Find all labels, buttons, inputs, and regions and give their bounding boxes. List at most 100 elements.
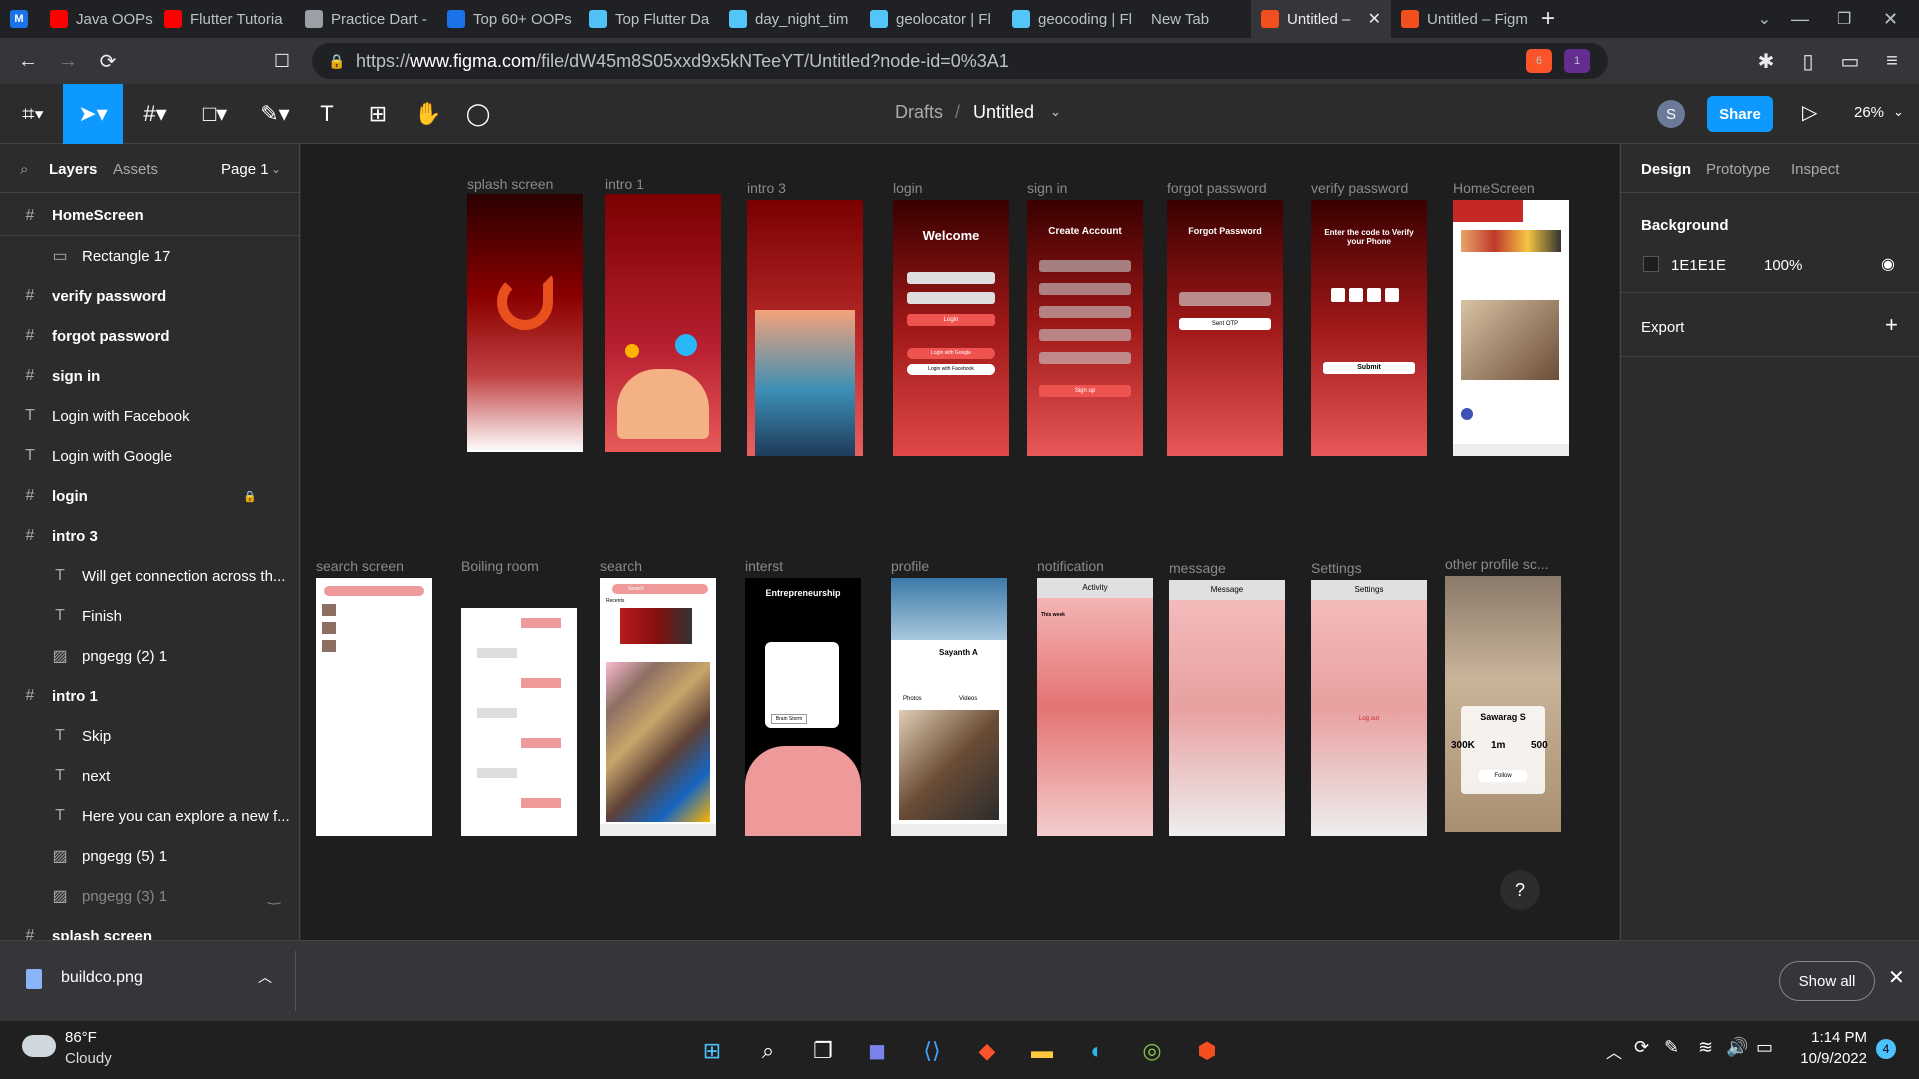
clock-date[interactable]: 10/9/2022 [1786,1050,1867,1067]
tab-assets[interactable]: Assets [113,161,158,178]
share-button[interactable]: Share [1707,96,1773,132]
frame-label[interactable]: profile [891,558,929,574]
layer-item[interactable]: T Skip [0,716,300,756]
layer-item[interactable]: # verify password [0,276,300,316]
zoom-chevron-icon[interactable]: ⌄ [1893,104,1904,120]
move-tool-icon[interactable]: ➤▾ [63,84,123,144]
file-menu-chevron-icon[interactable]: ⌄ [1050,104,1061,120]
frame-verify-password[interactable]: Enter the code to Verify your Phone Subm… [1311,200,1427,456]
frame-label[interactable]: message [1169,560,1226,576]
shape-tool-icon[interactable]: □▾ [190,84,240,144]
close-tab-icon[interactable]: ✕ [1368,9,1381,29]
brave-shield-icon[interactable]: 6 [1526,49,1552,73]
chevron-up-icon[interactable]: ︿ [1606,1039,1622,1063]
frame-label[interactable]: notification [1037,558,1104,574]
frame-interst[interactable]: Entrepreneurship Brain Storm [745,578,861,836]
comment-tool-icon[interactable]: ◯ [456,84,500,144]
browser-tab[interactable]: Flutter Tutoria [154,0,295,38]
brave-icon[interactable]: ◆ [967,1031,1007,1071]
wallet-icon[interactable]: ▭ [1830,41,1870,81]
frame-label[interactable]: Settings [1311,560,1362,576]
notification-badge[interactable]: 4 [1876,1039,1896,1059]
bookmark-icon[interactable]: ☐ [262,41,302,81]
file-name[interactable]: Untitled [973,102,1034,123]
frame-splash-screen[interactable] [467,194,583,452]
zoom-level[interactable]: 26% [1854,104,1884,121]
weather-text[interactable]: Cloudy [65,1050,112,1067]
layer-item[interactable]: ▨ pngegg (2) 1 [0,636,300,676]
frame-label[interactable]: sign in [1027,180,1067,196]
frame-notification[interactable]: Activity This week [1037,578,1153,836]
eye-icon[interactable]: ◉ [1881,254,1895,274]
layer-item[interactable]: T Finish [0,596,300,636]
layer-item[interactable]: ▨ pngegg (3) 1 ‿ [0,876,300,916]
file-explorer-icon[interactable]: ▬ [1022,1031,1062,1071]
frame-sign-in[interactable]: Create Account Sign up [1027,200,1143,456]
frame-boiling-room[interactable] [461,578,577,836]
download-chevron-icon[interactable]: ︿ [258,967,272,987]
restore-button[interactable]: ❐ [1827,0,1873,38]
layer-item[interactable]: # sign in [0,356,300,396]
background-hex[interactable]: 1E1E1E [1671,257,1726,274]
new-tab-button[interactable]: + [1531,0,1571,38]
temperature[interactable]: 86°F [65,1029,97,1046]
download-filename[interactable]: buildco.png [61,969,143,987]
frame-settings[interactable]: Settings Log out [1311,580,1427,836]
browser-tab[interactable]: Java OOPs Cor [40,0,154,38]
browser-tab[interactable]: Untitled – ✕ [1251,0,1391,38]
reload-icon[interactable]: ⟳ [88,41,128,81]
edge-icon[interactable]: ◐ [1077,1031,1117,1071]
extensions-icon[interactable]: ✱ [1746,41,1786,81]
frame-profile[interactable]: Sayanth A Photos Videos [891,578,1007,836]
vscode-icon[interactable]: ⟨⟩ [912,1031,952,1071]
menu-icon[interactable]: ≡ [1872,41,1912,81]
start-icon[interactable]: ⊞ [692,1031,732,1071]
frame-forgot-password[interactable]: Forgot Password Sent OTP [1167,200,1283,456]
frame-label[interactable]: search [600,558,642,574]
breadcrumb-root[interactable]: Drafts [895,102,943,123]
text-tool-icon[interactable]: T [305,84,349,144]
close-shelf-icon[interactable]: ✕ [1888,965,1905,990]
browser-tab[interactable]: Top Flutter Da [579,0,719,38]
frame-message[interactable]: Message [1169,580,1285,836]
frame-intro-3[interactable] [747,200,863,456]
hidden-eye-icon[interactable]: ‿ [268,887,280,905]
main-menu-icon[interactable]: ⌗▾ [8,84,58,144]
tab-inspect[interactable]: Inspect [1791,161,1839,178]
browser-tab[interactable]: day_night_tim [719,0,860,38]
frame-label[interactable]: forgot password [1167,180,1267,196]
add-export-icon[interactable]: + [1885,312,1898,338]
layer-item[interactable]: T Here you can explore a new f... [0,796,300,836]
layer-item[interactable]: # intro 1 [0,676,300,716]
frame-label[interactable]: intro 1 [605,176,644,192]
frame-homescreen[interactable] [1453,200,1569,456]
rewards-icon[interactable]: 1 [1564,49,1590,73]
frame-login[interactable]: Welcome Login Login with Google Login wi… [893,200,1009,456]
page-selector[interactable]: Page 1 [221,161,269,178]
pen-tool-icon[interactable]: ✎▾ [250,84,300,144]
volume-icon[interactable]: 🔊 [1726,1037,1748,1058]
layer-item[interactable]: T Will get connection across th... [0,556,300,596]
layer-item[interactable]: T Login with Google [0,436,300,476]
task-view-icon[interactable]: ❐ [803,1031,843,1071]
gmail-pinned-tab[interactable]: M [0,0,40,38]
forward-icon[interactable]: → [48,41,88,81]
tab-search-icon[interactable]: ⌄ [1748,0,1781,38]
resources-tool-icon[interactable]: ⊞ [356,84,400,144]
lock-icon[interactable]: 🔒 [243,490,257,503]
browser-tab[interactable]: Untitled – Figm [1391,0,1531,38]
android-studio-icon[interactable]: ◎ [1132,1031,1172,1071]
page-chevron-icon[interactable]: ⌄ [271,162,281,176]
avatar[interactable]: S [1657,100,1685,128]
tab-design[interactable]: Design [1641,161,1691,178]
frame-label[interactable]: HomeScreen [1453,180,1535,196]
frame-label[interactable]: search screen [316,558,404,574]
help-button[interactable]: ? [1500,870,1540,910]
present-icon[interactable]: ▷ [1802,100,1817,125]
layer-item[interactable]: T Login with Facebook [0,396,300,436]
design-canvas[interactable]: splash screen intro 1 intro 3 login sign in f… [301,144,1619,940]
frame-tool-icon[interactable]: #▾ [130,84,180,144]
battery-icon[interactable]: ▭ [1756,1037,1773,1058]
browser-tab[interactable]: geolocator | Fl [860,0,1002,38]
frame-label[interactable]: verify password [1311,180,1408,196]
